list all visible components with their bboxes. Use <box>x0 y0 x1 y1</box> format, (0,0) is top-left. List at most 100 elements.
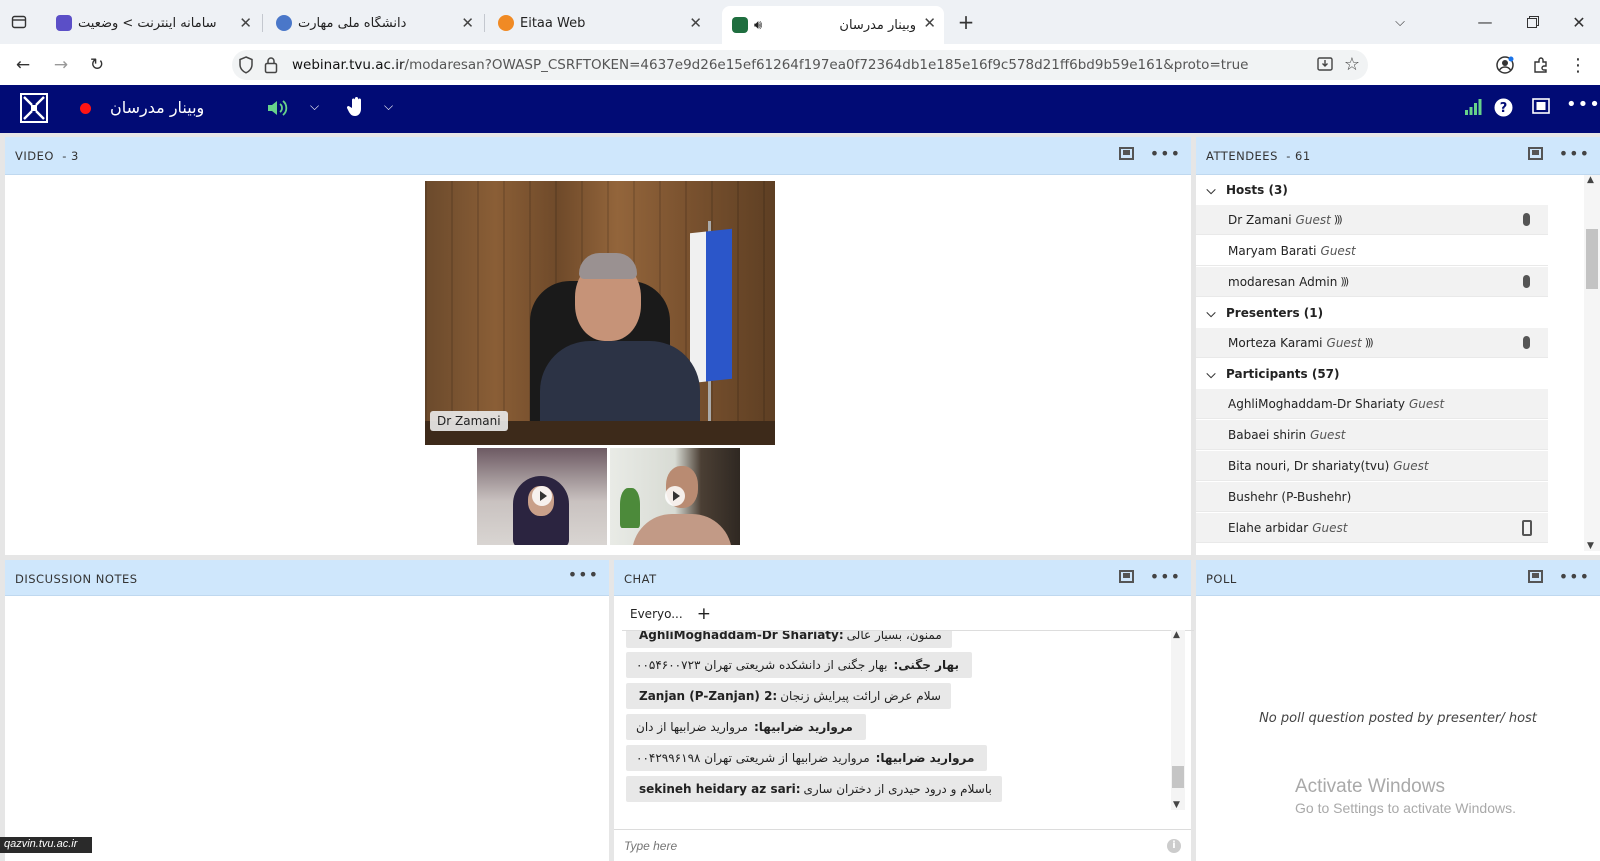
maximize-pod-icon[interactable] <box>1527 147 1543 160</box>
app-more-options-icon[interactable]: ••• <box>1566 94 1600 115</box>
window-close-button[interactable]: ✕ <box>1566 9 1592 35</box>
tab-internet-status[interactable]: سامانه اینترنت > وضعیت ✕ <box>46 6 260 40</box>
attendee-name: Dr Zamani <box>1228 212 1292 227</box>
group-header-hosts[interactable]: ⌵ Hosts (3) <box>1196 175 1548 205</box>
attendee-row[interactable]: Elahe arbidar Guest <box>1196 513 1548 543</box>
attendee-row[interactable]: Bita nouri, Dr shariaty(tvu) Guest <box>1196 451 1548 481</box>
attendee-row[interactable]: Maryam Barati Guest <box>1196 236 1548 266</box>
attendee-row[interactable]: modaresan Admin ))) <box>1196 267 1548 297</box>
maximize-pod-icon[interactable] <box>1118 147 1134 160</box>
bookmark-star-icon[interactable]: ☆ <box>1344 54 1360 75</box>
browser-menu-icon[interactable]: ⋮ <box>1564 52 1590 78</box>
play-icon[interactable] <box>532 486 552 506</box>
forward-button[interactable]: → <box>48 52 74 78</box>
speaker-audio-icon[interactable]: 🔊︎ <box>754 18 762 33</box>
notes-content-area[interactable] <box>5 596 609 861</box>
pod-options-icon[interactable]: ••• <box>1150 568 1181 584</box>
minimize-button[interactable]: — <box>1472 9 1498 35</box>
connection-bars-icon[interactable] <box>1464 98 1482 121</box>
video-thumbnail-2[interactable] <box>610 448 740 545</box>
scroll-down-icon[interactable]: ▼ <box>1173 800 1180 810</box>
help-icon[interactable]: ? <box>1494 98 1513 122</box>
close-icon[interactable]: ✕ <box>689 14 702 32</box>
shield-icon[interactable] <box>238 56 254 78</box>
attendee-row[interactable]: Dr Zamani Guest ))) <box>1196 205 1548 235</box>
tab-eitaa-web[interactable]: Eitaa Web ✕ <box>488 6 710 40</box>
tab-everyone[interactable]: Everyo... <box>630 607 683 621</box>
address-bar[interactable]: webinar.tvu.ac.ir/modaresan?OWASP_CSRFTO… <box>232 50 1368 80</box>
back-button[interactable]: ← <box>10 52 36 78</box>
attendee-name: AghliMoghaddam-Dr Shariaty <box>1228 396 1405 411</box>
pod-options-icon[interactable]: ••• <box>568 567 599 583</box>
attendee-row[interactable]: Bushehr (P-Bushehr) <box>1196 482 1548 512</box>
group-header-presenters[interactable]: ⌵ Presenters (1) <box>1196 298 1548 328</box>
message-text: سلام عرض ارائت پیرایش زنجان <box>780 689 941 703</box>
maximize-pod-icon[interactable] <box>1118 570 1134 583</box>
url-text[interactable]: webinar.tvu.ac.ir/modaresan?OWASP_CSRFTO… <box>292 57 1248 73</box>
tab-actions-icon[interactable] <box>6 9 32 35</box>
reload-button[interactable]: ↻ <box>84 52 110 78</box>
status-options-chevron-icon[interactable]: ⌵ <box>384 99 393 114</box>
message-sender: Zanjan (P-Zanjan) 2: <box>639 689 778 703</box>
group-header-participants[interactable]: ⌵ Participants (57) <box>1196 359 1548 389</box>
chevron-down-icon[interactable]: ⌵ <box>1196 367 1226 382</box>
pod-options-icon[interactable]: ••• <box>1559 568 1590 584</box>
close-icon[interactable]: ✕ <box>461 14 474 32</box>
fullscreen-icon[interactable] <box>1532 98 1550 119</box>
poll-empty-message: No poll question posted by presenter/ ho… <box>1259 711 1537 726</box>
tab-search-chevron-icon[interactable]: ⌵ <box>1387 9 1413 35</box>
speaker-volume-icon[interactable] <box>266 98 288 123</box>
chat-scrollbar[interactable]: ▲ ▼ <box>1171 630 1185 810</box>
speaking-icon: ))) <box>1340 275 1349 288</box>
tab-favicon-icon <box>56 15 72 31</box>
raise-hand-icon[interactable] <box>346 96 366 123</box>
tab-maharat-university[interactable]: دانشگاه ملی مهارت ✕ <box>266 6 482 40</box>
tab-webinar-active[interactable]: 🔊︎ وبینار مدرسان ✕ <box>722 6 944 44</box>
attendee-name: Bushehr (P-Bushehr) <box>1228 489 1352 504</box>
poll-pod-title: POLL <box>1206 572 1237 586</box>
app-logo <box>20 93 48 123</box>
attendee-scrollbar[interactable]: ▲ ▼ <box>1584 175 1600 551</box>
scrollbar-thumb[interactable] <box>1172 766 1184 788</box>
attendee-row[interactable]: Babaei shirin Guest <box>1196 420 1548 450</box>
pod-options-icon[interactable]: ••• <box>1150 145 1181 161</box>
profile-icon[interactable] <box>1492 52 1518 78</box>
add-chat-tab-button[interactable]: + <box>697 604 711 624</box>
extensions-icon[interactable] <box>1528 52 1554 78</box>
message-sender: sekineh heidary az sari: <box>639 782 801 796</box>
discussion-notes-pod: DISCUSSION NOTES ••• <box>5 560 609 861</box>
attendees-pod-title: ATTENDEES <box>1206 149 1278 163</box>
install-app-icon[interactable] <box>1316 55 1334 77</box>
video-thumbnail-1[interactable] <box>477 448 607 545</box>
close-icon[interactable]: ✕ <box>239 14 252 32</box>
attendee-name: Morteza Karami <box>1228 335 1323 350</box>
attendee-row[interactable]: AghliMoghaddam-Dr Shariaty Guest <box>1196 389 1548 419</box>
video-pod-title: VIDEO <box>15 149 54 163</box>
chevron-down-icon[interactable]: ⌵ <box>1196 306 1226 321</box>
info-icon[interactable]: i <box>1167 839 1181 853</box>
new-tab-button[interactable]: + <box>953 9 979 35</box>
scroll-up-icon[interactable]: ▲ <box>1587 175 1594 185</box>
speaker-options-chevron-icon[interactable]: ⌵ <box>310 99 319 114</box>
chat-input[interactable] <box>624 836 1164 856</box>
chevron-down-icon[interactable]: ⌵ <box>1196 183 1226 198</box>
close-icon[interactable]: ✕ <box>923 14 936 32</box>
watermark-line-1: Activate Windows <box>1295 776 1445 797</box>
pod-options-icon[interactable]: ••• <box>1559 145 1590 161</box>
maximize-pod-icon[interactable] <box>1527 570 1543 583</box>
scrollbar-thumb[interactable] <box>1586 229 1598 289</box>
scroll-up-icon[interactable]: ▲ <box>1173 630 1180 640</box>
attendee-name: modaresan Admin <box>1228 274 1338 289</box>
pod-header: CHAT ••• <box>614 560 1191 596</box>
tab-title: Eitaa Web <box>520 15 586 31</box>
play-icon[interactable] <box>665 486 685 506</box>
attendee-row[interactable]: Morteza Karami Guest ))) <box>1196 328 1548 358</box>
tab-separator <box>484 14 485 32</box>
chat-message: Zanjan (P-Zanjan) 2: سلام عرض ارائت پیرای… <box>626 683 951 709</box>
main-video-feed[interactable]: Dr Zamani <box>425 181 775 445</box>
chat-message: مروارید ضرابیها: مروارید ضرابیها از دان <box>626 714 866 740</box>
lock-icon[interactable] <box>264 56 278 78</box>
scroll-down-icon[interactable]: ▼ <box>1587 541 1594 551</box>
attendee-list: ⌵ Hosts (3) Dr Zamani Guest ))) Maryam Ba… <box>1196 175 1584 555</box>
restore-button[interactable] <box>1520 9 1546 35</box>
